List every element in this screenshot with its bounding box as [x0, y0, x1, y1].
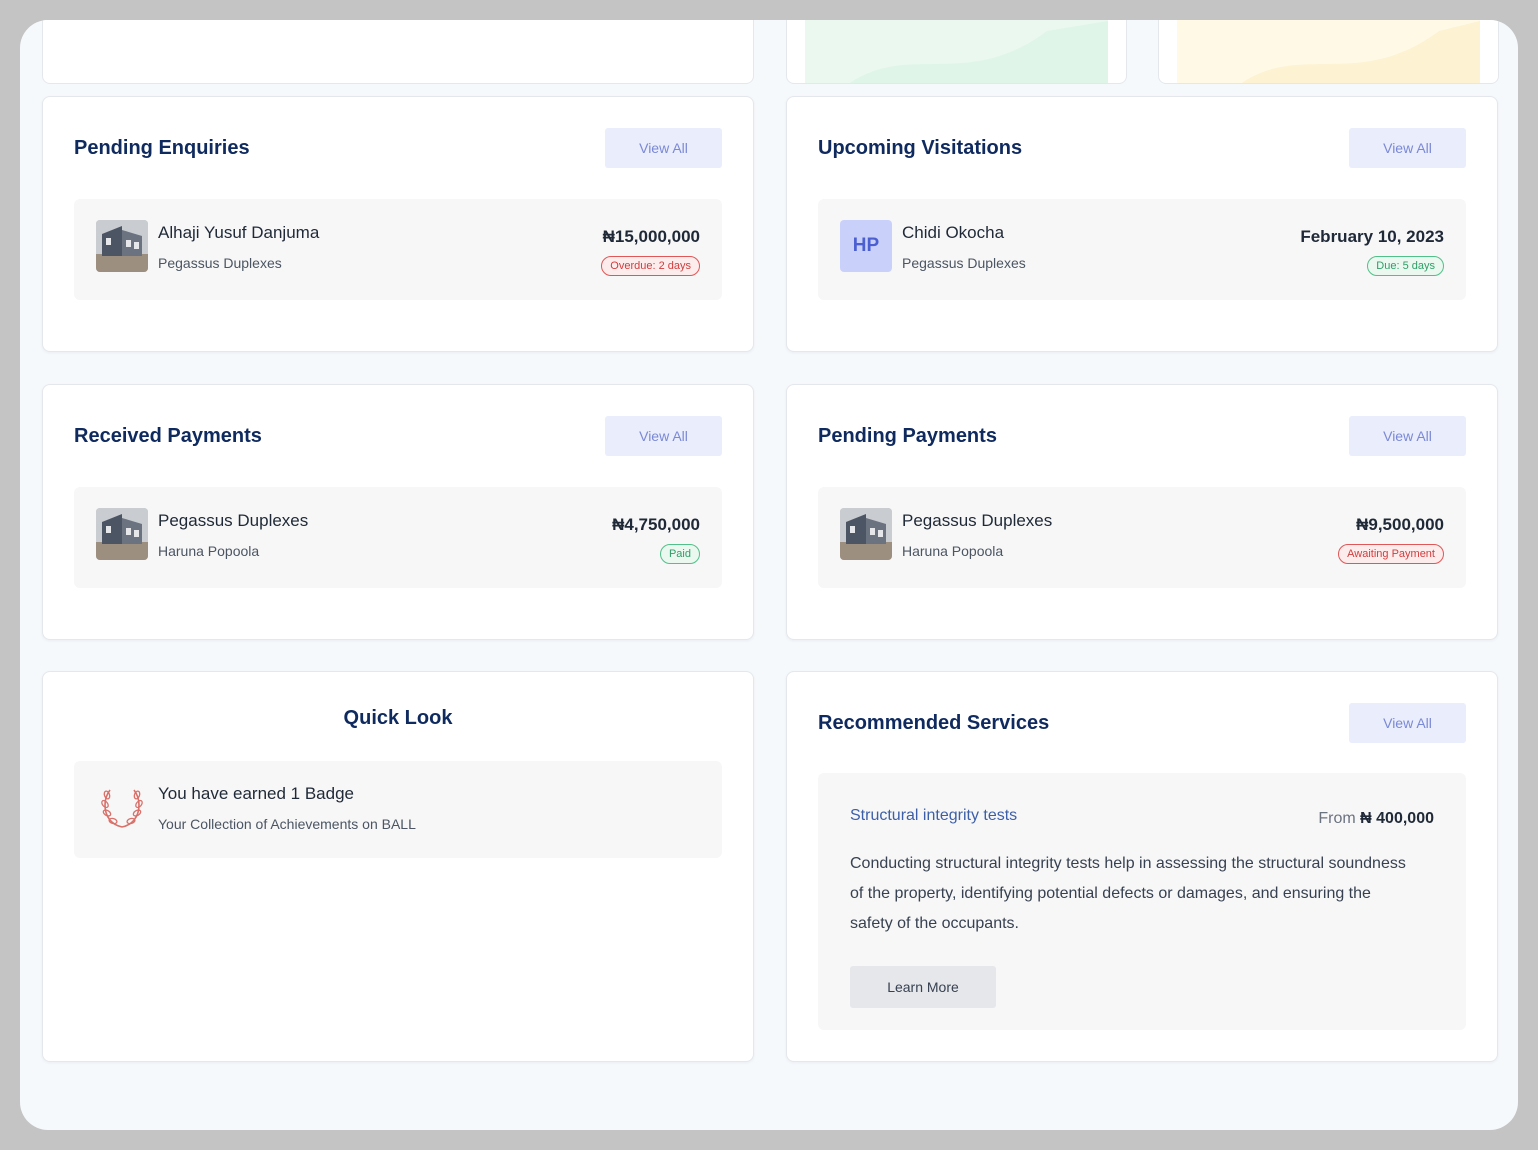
service-name[interactable]: Structural integrity tests: [850, 807, 1017, 825]
card-title: Pending Payments: [818, 425, 997, 447]
status-badge: Overdue: 2 days: [601, 256, 700, 276]
property-name: Pegassus Duplexes: [158, 511, 309, 530]
service-item: Structural integrity tests From ₦ 400,00…: [818, 773, 1466, 1030]
property-thumbnail: [840, 508, 892, 560]
card-title: Recommended Services: [818, 712, 1050, 734]
payment-item[interactable]: Pegassus Duplexes Haruna Popoola ₦4,750,…: [74, 487, 722, 588]
price-value: ₦ 400,000: [1360, 810, 1434, 827]
visitation-item[interactable]: HP Chidi Okocha Pegassus Duplexes Februa…: [818, 199, 1466, 300]
top-card-middle: [786, 20, 1127, 84]
property-thumbnail: [96, 220, 148, 272]
payer-name: Haruna Popoola: [902, 543, 1004, 559]
pending-payments-card: Pending Payments View All Pegassus Duple…: [786, 384, 1498, 640]
visitation-date: February 10, 2023: [1300, 227, 1444, 246]
payment-item[interactable]: Pegassus Duplexes Haruna Popoola ₦9,500,…: [818, 487, 1466, 588]
pending-enquiries-card: Pending Enquiries View All Alhaji Yusuf …: [42, 96, 754, 352]
property-name: Pegassus Duplexes: [158, 255, 282, 271]
view-all-button[interactable]: View All: [605, 416, 722, 456]
house-image-icon: [96, 508, 148, 560]
avatar: HP: [840, 220, 892, 272]
view-all-button[interactable]: View All: [1349, 416, 1466, 456]
payer-name: Haruna Popoola: [158, 543, 260, 559]
received-payments-card: Received Payments View All Pegassus Dupl…: [42, 384, 754, 640]
card-title: Received Payments: [74, 425, 262, 447]
card-title: Pending Enquiries: [74, 137, 250, 159]
dashboard-frame: Pending Enquiries View All Alhaji Yusuf …: [20, 20, 1518, 1130]
status-badge: Paid: [659, 544, 700, 564]
quick-look-card: Quick Look You have earned 1 Badge Your …: [42, 671, 754, 1062]
house-image-icon: [96, 220, 148, 272]
status-badge: Awaiting Payment: [1338, 544, 1444, 564]
card-title: Quick Look: [343, 707, 453, 729]
service-price: From ₦ 400,000: [1318, 810, 1434, 828]
recommended-services-card: Recommended Services View All Structural…: [786, 671, 1498, 1062]
property-name: Pegassus Duplexes: [902, 511, 1053, 530]
upcoming-visitations-card: Upcoming Visitations View All HP Chidi O…: [786, 96, 1498, 352]
badge-item[interactable]: You have earned 1 Badge Your Collection …: [74, 761, 722, 858]
visitor-name: Chidi Okocha: [902, 223, 1005, 242]
laurel-icon: [98, 787, 146, 831]
enquirer-name: Alhaji Yusuf Danjuma: [158, 223, 320, 242]
price-prefix: From: [1318, 810, 1356, 827]
service-description: Conducting structural integrity tests he…: [850, 855, 1406, 932]
card-title: Upcoming Visitations: [818, 137, 1023, 159]
enquiry-item[interactable]: Alhaji Yusuf Danjuma Pegassus Duplexes ₦…: [74, 199, 722, 300]
green-decoration: [805, 20, 1108, 83]
badge-subtitle: Your Collection of Achievements on BALL: [158, 816, 416, 832]
view-all-button[interactable]: View All: [605, 128, 722, 168]
learn-more-button[interactable]: Learn More: [850, 966, 996, 1008]
status-badge: Due: 5 days: [1367, 256, 1444, 276]
top-card-left: [42, 20, 754, 84]
view-all-button[interactable]: View All: [1349, 128, 1466, 168]
payment-amount: ₦9,500,000: [1356, 515, 1444, 534]
house-image-icon: [840, 508, 892, 560]
top-card-right: [1158, 20, 1499, 84]
badge-title: You have earned 1 Badge: [158, 784, 354, 803]
view-all-button[interactable]: View All: [1349, 703, 1466, 743]
enquiry-amount: ₦15,000,000: [602, 227, 700, 246]
yellow-decoration: [1177, 20, 1480, 83]
property-name: Pegassus Duplexes: [902, 255, 1026, 271]
payment-amount: ₦4,750,000: [612, 515, 700, 534]
property-thumbnail: [96, 508, 148, 560]
